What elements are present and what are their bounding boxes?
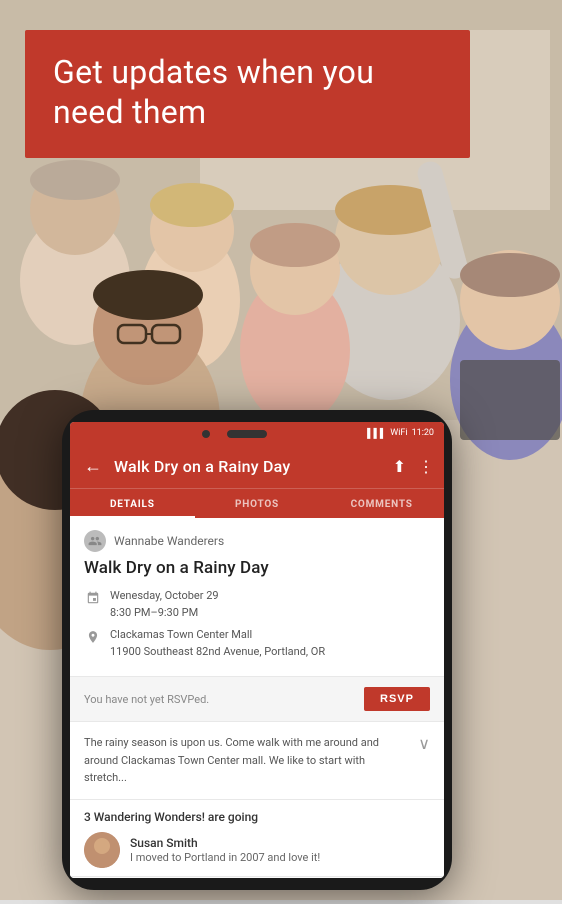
tab-bar: DETAILS PHOTOS COMMENTS xyxy=(70,488,444,518)
event-date-row: Wenesday, October 29 8:30 PM–9:30 PM xyxy=(84,588,430,621)
tab-photos[interactable]: PHOTOS xyxy=(195,489,320,518)
event-title: Walk Dry on a Rainy Day xyxy=(84,558,430,578)
phone-screen: ▌▌▌ WiFi 11:20 ← Walk Dry on a Rainy Day… xyxy=(70,422,444,878)
app-toolbar: ← Walk Dry on a Rainy Day ⬆ ⋮ xyxy=(70,444,444,488)
share-icon[interactable]: ⬆ xyxy=(393,457,406,476)
phone-speaker xyxy=(227,430,267,438)
rsvp-status-text: You have not yet RSVPed. xyxy=(84,693,209,706)
event-location-text: Clackamas Town Center Mall 11900 Southea… xyxy=(110,627,325,660)
rsvp-bar: You have not yet RSVPed. RSVP xyxy=(70,677,444,722)
toolbar-title: Walk Dry on a Rainy Day xyxy=(114,457,385,476)
group-name: Wannabe Wanderers xyxy=(114,534,224,548)
group-row: Wannabe Wanderers xyxy=(84,530,430,552)
attendees-heading: 3 Wandering Wonders! are going xyxy=(84,810,430,824)
group-icon xyxy=(84,530,106,552)
hero-header: Get updates when you need them xyxy=(25,30,470,158)
hero-title: Get updates when you need them xyxy=(53,52,442,132)
attendee-description: I moved to Portland in 2007 and love it! xyxy=(130,851,320,864)
tab-details[interactable]: DETAILS xyxy=(70,489,195,518)
location-icon xyxy=(84,628,102,646)
event-date-text: Wenesday, October 29 8:30 PM–9:30 PM xyxy=(110,588,219,621)
content-area[interactable]: Wannabe Wanderers Walk Dry on a Rainy Da… xyxy=(70,518,444,878)
attendee-info: Susan Smith I moved to Portland in 2007 … xyxy=(130,836,320,864)
group-info-section: Wannabe Wanderers Walk Dry on a Rainy Da… xyxy=(70,518,444,677)
description-section: The rainy season is upon us. Come walk w… xyxy=(70,722,444,800)
wifi-icon: WiFi xyxy=(390,428,407,438)
attendee-name: Susan Smith xyxy=(130,836,320,850)
back-button[interactable]: ← xyxy=(80,452,106,481)
event-location-row: Clackamas Town Center Mall 11900 Southea… xyxy=(84,627,430,660)
toolbar-actions: ⬆ ⋮ xyxy=(393,457,434,476)
attendees-section: 3 Wandering Wonders! are going Susan Smi… xyxy=(70,800,444,877)
time-display: 11:20 xyxy=(412,428,434,438)
avatar xyxy=(84,832,120,868)
calendar-icon xyxy=(84,589,102,607)
tab-comments[interactable]: COMMENTS xyxy=(319,489,444,518)
phone-camera xyxy=(202,430,210,438)
signal-icon: ▌▌▌ xyxy=(367,428,386,439)
more-icon[interactable]: ⋮ xyxy=(418,457,434,476)
rsvp-button[interactable]: RSVP xyxy=(364,687,430,711)
phone-mockup: ▌▌▌ WiFi 11:20 ← Walk Dry on a Rainy Day… xyxy=(62,410,452,890)
attendee-row: Susan Smith I moved to Portland in 2007 … xyxy=(84,832,430,868)
expand-icon[interactable]: ∨ xyxy=(410,734,430,753)
description-text: The rainy season is upon us. Come walk w… xyxy=(84,734,410,787)
